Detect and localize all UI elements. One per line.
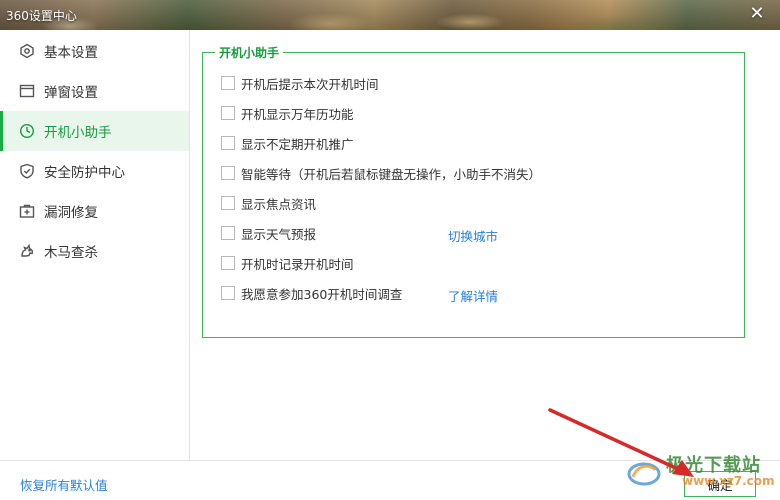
checkbox[interactable] (221, 136, 235, 150)
sidebar-item-label: 木马查杀 (44, 245, 98, 261)
checkbox[interactable] (221, 106, 235, 120)
clock-icon (18, 122, 36, 140)
sidebar-item-label: 弹窗设置 (44, 85, 98, 101)
group-title: 开机小助手 (215, 44, 284, 61)
checkbox[interactable] (221, 286, 235, 300)
learn-more-link[interactable]: 了解详情 (448, 286, 498, 305)
sidebar: 基本设置 弹窗设置 开机小助手 安全防护中心 漏洞修复 木马查杀 (0, 30, 190, 460)
option-label: 开机显示万年历功能 (241, 106, 354, 122)
title-bar: 360设置中心 ✕ (0, 0, 780, 30)
checkbox[interactable] (221, 166, 235, 180)
window-title: 360设置中心 (6, 9, 77, 23)
sidebar-item-security-center[interactable]: 安全防护中心 (0, 151, 189, 191)
sidebar-item-label: 安全防护中心 (44, 165, 125, 181)
window-icon (18, 82, 36, 100)
ok-button[interactable]: 确定 (684, 471, 756, 497)
sidebar-item-label: 开机小助手 (44, 125, 112, 141)
restore-defaults-link[interactable]: 恢复所有默认值 (20, 475, 108, 494)
checkbox[interactable] (221, 256, 235, 270)
footer-bar: 恢复所有默认值 确定 (0, 460, 780, 500)
option-survey: 我愿意参加360开机时间调查 (221, 284, 402, 302)
sidebar-item-popup-settings[interactable]: 弹窗设置 (0, 71, 189, 111)
option-label: 开机后提示本次开机时间 (241, 76, 379, 92)
option-weather: 显示天气预报 (221, 224, 316, 242)
option-calendar: 开机显示万年历功能 (221, 104, 354, 122)
option-promotion: 显示不定期开机推广 (221, 134, 354, 152)
sidebar-item-basic-settings[interactable]: 基本设置 (0, 31, 189, 71)
option-label: 智能等待（开机后若鼠标键盘无操作，小助手不消失） (241, 166, 542, 182)
option-show-boot-time: 开机后提示本次开机时间 (221, 74, 379, 92)
sidebar-item-trojan-scan[interactable]: 木马查杀 (0, 231, 189, 271)
sidebar-item-label: 漏洞修复 (44, 205, 98, 221)
close-icon[interactable]: ✕ (748, 5, 766, 23)
checkbox[interactable] (221, 76, 235, 90)
option-label: 显示不定期开机推广 (241, 136, 354, 152)
checkbox[interactable] (221, 196, 235, 210)
option-label: 开机时记录开机时间 (241, 256, 354, 272)
option-label: 显示焦点资讯 (241, 196, 317, 212)
sidebar-item-boot-assistant[interactable]: 开机小助手 (0, 111, 189, 151)
medkit-icon (18, 202, 36, 220)
option-smart-wait: 智能等待（开机后若鼠标键盘无操作，小助手不消失） (221, 164, 541, 182)
boot-assistant-group: 开机小助手 开机后提示本次开机时间 开机显示万年历功能 显示不定期开机推广 智能… (202, 44, 745, 338)
switch-city-link[interactable]: 切换城市 (448, 226, 498, 245)
hexagon-gear-icon (18, 42, 36, 60)
checkbox[interactable] (221, 226, 235, 240)
option-label: 显示天气预报 (241, 226, 317, 242)
shield-icon (18, 162, 36, 180)
option-record-boot-time: 开机时记录开机时间 (221, 254, 354, 272)
option-focus-news: 显示焦点资讯 (221, 194, 316, 212)
horse-icon (18, 242, 36, 260)
sidebar-item-vulnerability-fix[interactable]: 漏洞修复 (0, 191, 189, 231)
option-label: 我愿意参加360开机时间调查 (241, 286, 403, 302)
sidebar-item-label: 基本设置 (44, 45, 98, 61)
